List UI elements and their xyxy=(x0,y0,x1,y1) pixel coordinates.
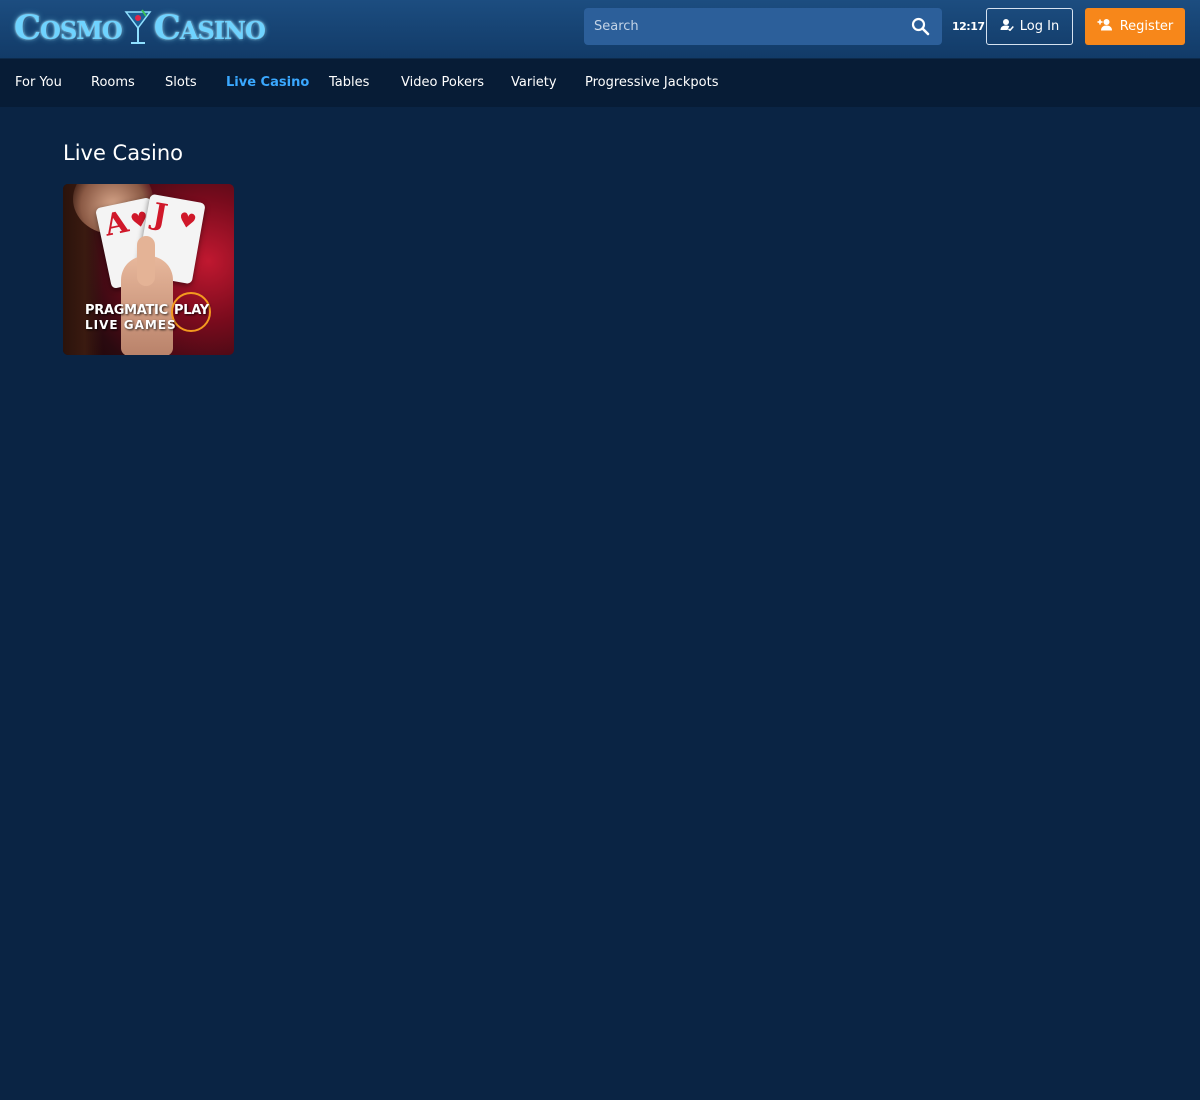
logo-text-right: Casino xyxy=(153,8,266,48)
nav-item-live-casino[interactable]: Live Casino xyxy=(226,75,309,90)
nav-item-tables[interactable]: Tables xyxy=(329,75,369,90)
register-label: Register xyxy=(1119,19,1174,34)
nav-item-rooms[interactable]: Rooms xyxy=(91,75,135,90)
nav-item-slots[interactable]: Slots xyxy=(165,75,197,90)
tile-caption-play: PLAY xyxy=(174,303,209,318)
tile-caption: PRAGMATIC LIVE GAMES xyxy=(85,303,177,333)
tile-caption-line1: PRAGMATIC xyxy=(85,303,168,318)
heart-icon: ♥ xyxy=(176,207,199,234)
search-icon[interactable] xyxy=(911,17,930,36)
logo[interactable]: Cosmo Casino xyxy=(14,6,266,50)
logo-text-left: Cosmo xyxy=(14,8,123,48)
register-button[interactable]: Register xyxy=(1085,8,1185,45)
search-input[interactable] xyxy=(584,8,894,45)
add-user-icon xyxy=(1097,18,1113,35)
nav-item-progressive-jackpots[interactable]: Progressive Jackpots xyxy=(585,75,718,90)
nav-item-variety[interactable]: Variety xyxy=(511,75,557,90)
finger-image xyxy=(137,236,155,286)
section-title: Live Casino xyxy=(63,141,184,165)
nav-item-video-pokers[interactable]: Video Pokers xyxy=(401,75,484,90)
tile-caption-line2: LIVE GAMES xyxy=(85,318,177,332)
nav-item-for-you[interactable]: For You xyxy=(15,75,62,90)
clock: 12:17 xyxy=(952,20,985,33)
user-icon xyxy=(1000,18,1014,35)
login-label: Log In xyxy=(1019,19,1060,34)
category-nav: For You Rooms Slots Live Casino Tables V… xyxy=(0,59,1200,107)
game-tile-pragmatic-play-live[interactable]: A ♥ J ♥ PRAGMATIC LIVE GAMES PLAY xyxy=(63,184,234,355)
header: Cosmo Casino 12:17 xyxy=(0,0,1200,59)
search-box[interactable] xyxy=(584,8,942,45)
login-button[interactable]: Log In xyxy=(986,8,1073,45)
cocktail-glass-icon xyxy=(124,8,152,48)
